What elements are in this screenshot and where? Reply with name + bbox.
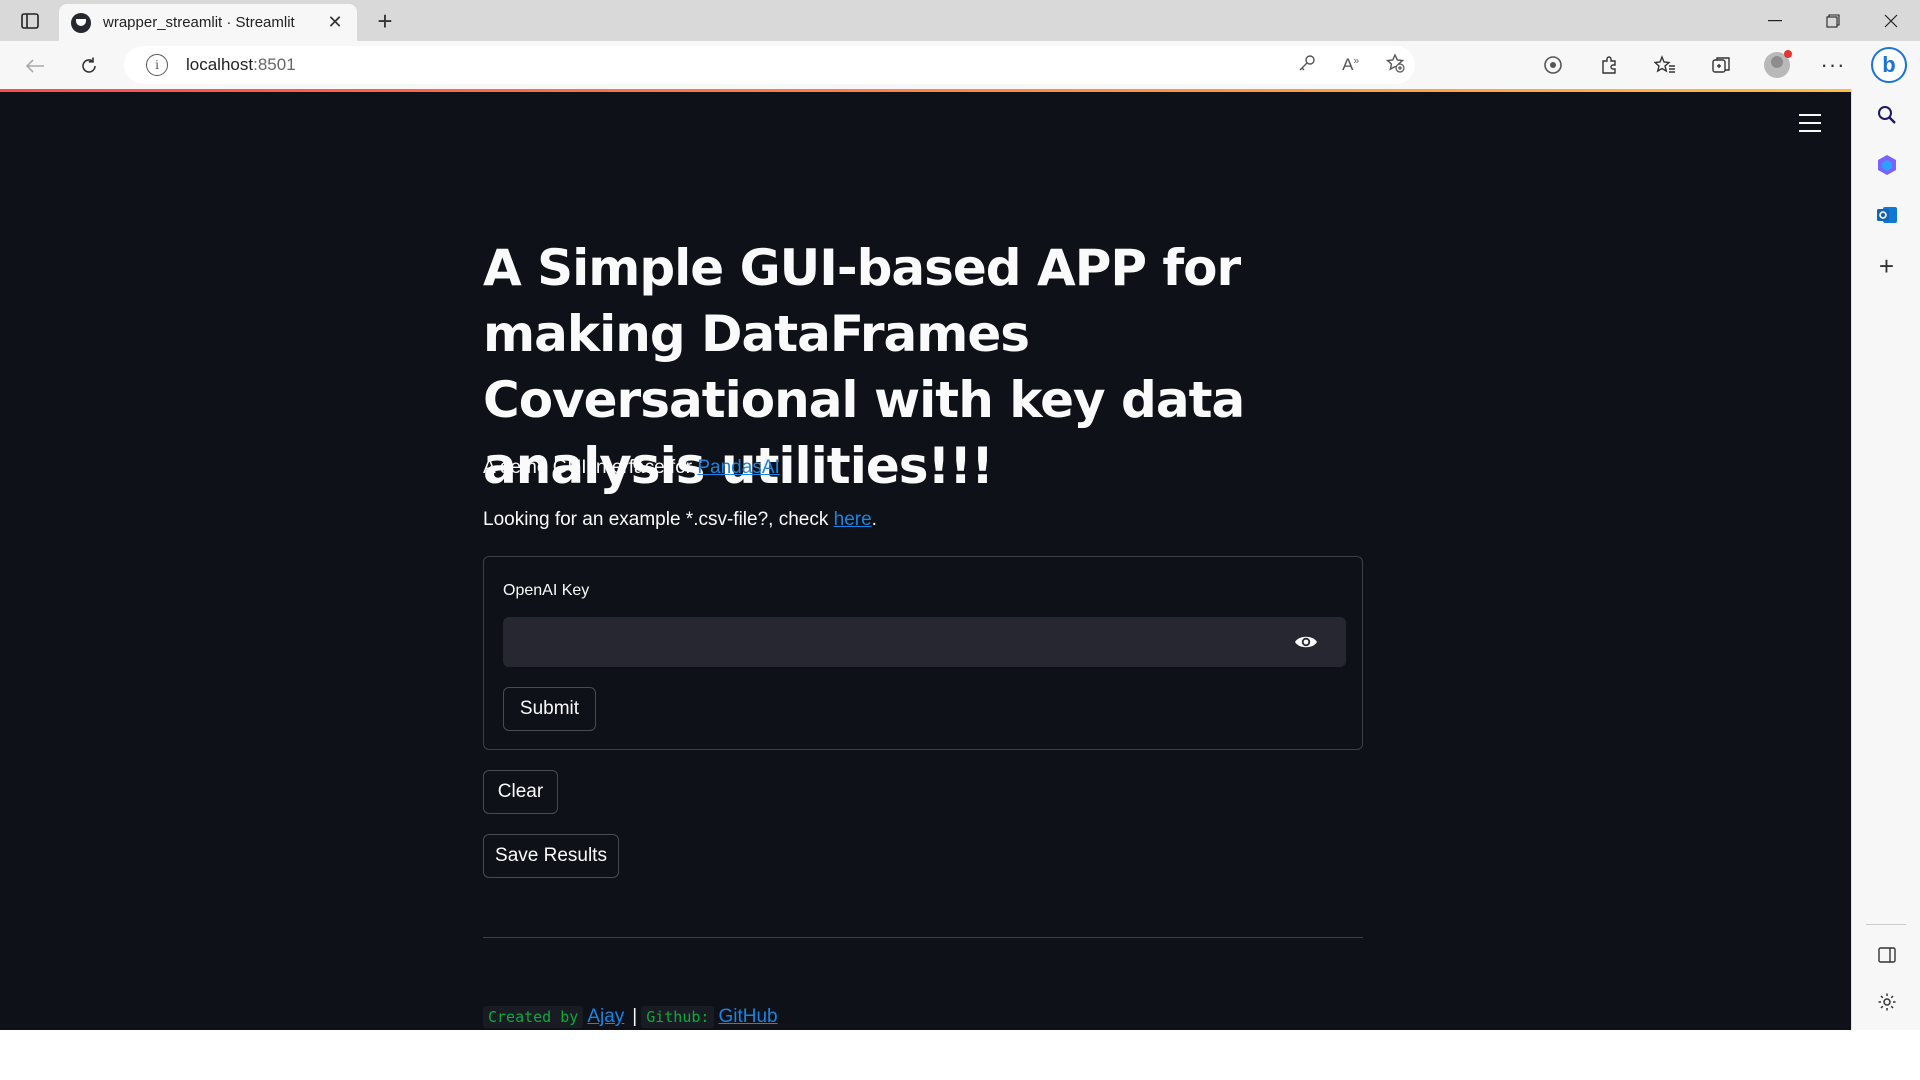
sidebar-settings-gear-icon[interactable] <box>1852 982 1920 1022</box>
extension-settings-icon[interactable] <box>1525 41 1581 89</box>
footer: Created by Ajay | Github: GitHub <box>483 1004 782 1030</box>
close-tab-icon[interactable]: ✕ <box>325 12 345 33</box>
hide-sidebar-icon[interactable] <box>1852 935 1920 975</box>
browser-toolbar: i localhost:8501 A» ··· b <box>0 41 1920 89</box>
address-bar[interactable]: i localhost:8501 A» <box>124 46 1415 84</box>
favorites-icon[interactable] <box>1637 41 1693 89</box>
address-url[interactable]: localhost:8501 <box>186 55 296 75</box>
add-sidebar-app-icon[interactable]: + <box>1852 246 1920 286</box>
window-controls <box>1746 0 1920 41</box>
browser-titlebar: wrapper_streamlit · Streamlit ✕ + <box>0 0 1920 41</box>
browser-bottom-edge <box>0 1030 1920 1080</box>
password-key-icon[interactable] <box>1298 54 1316 77</box>
clear-button[interactable]: Clear <box>483 770 558 814</box>
openai-key-form: OpenAI Key Submit <box>483 556 1363 750</box>
created-by-code: Created by <box>483 1006 584 1028</box>
copilot-apps-icon[interactable] <box>1852 145 1920 185</box>
github-code-label: Github: <box>641 1006 715 1028</box>
collections-icon[interactable] <box>1693 41 1749 89</box>
intro-text: A demo GUI interface for PandasAI <box>483 457 780 478</box>
app-viewport: A Simple GUI-based APP for making DataFr… <box>0 92 1851 1030</box>
profile-avatar[interactable] <box>1749 41 1805 89</box>
example-text: Looking for an example *.csv-file?, chec… <box>483 509 877 530</box>
minimize-icon[interactable] <box>1746 0 1804 41</box>
tab-title: wrapper_streamlit · Streamlit <box>103 14 295 31</box>
footer-divider <box>483 937 1363 938</box>
pandasai-link[interactable]: PandasAI <box>697 457 779 478</box>
footer-separator: | <box>632 1006 638 1027</box>
restore-icon[interactable] <box>1804 0 1862 41</box>
add-favorite-icon[interactable] <box>1385 52 1405 78</box>
sidebar-divider <box>1866 924 1906 925</box>
close-window-icon[interactable] <box>1862 0 1920 41</box>
openai-key-input[interactable] <box>503 617 1346 667</box>
extensions-icon[interactable] <box>1581 41 1637 89</box>
site-info-icon[interactable]: i <box>146 54 168 76</box>
read-aloud-icon[interactable]: A» <box>1342 55 1359 75</box>
submit-button[interactable]: Submit <box>503 687 596 731</box>
new-tab-button[interactable]: + <box>370 6 400 36</box>
tab-actions-icon[interactable] <box>14 9 46 33</box>
github-link[interactable]: GitHub <box>718 1006 777 1028</box>
search-icon[interactable] <box>1852 95 1920 135</box>
example-csv-link[interactable]: here <box>834 509 872 530</box>
author-link[interactable]: Ajay <box>587 1006 624 1028</box>
show-password-eye-icon[interactable] <box>1294 633 1318 651</box>
refresh-icon[interactable] <box>74 51 104 81</box>
outlook-icon[interactable] <box>1852 195 1920 235</box>
streamlit-favicon-icon <box>71 12 91 33</box>
main-menu-icon[interactable] <box>1799 114 1821 132</box>
bing-copilot-icon[interactable]: b <box>1861 41 1917 89</box>
back-icon[interactable] <box>20 51 50 81</box>
save-results-button[interactable]: Save Results <box>483 834 619 878</box>
more-options-icon[interactable]: ··· <box>1805 41 1861 89</box>
openai-key-label: OpenAI Key <box>503 582 590 599</box>
browser-tab-active[interactable]: wrapper_streamlit · Streamlit ✕ <box>59 4 357 41</box>
edge-sidebar: + <box>1851 89 1920 1030</box>
